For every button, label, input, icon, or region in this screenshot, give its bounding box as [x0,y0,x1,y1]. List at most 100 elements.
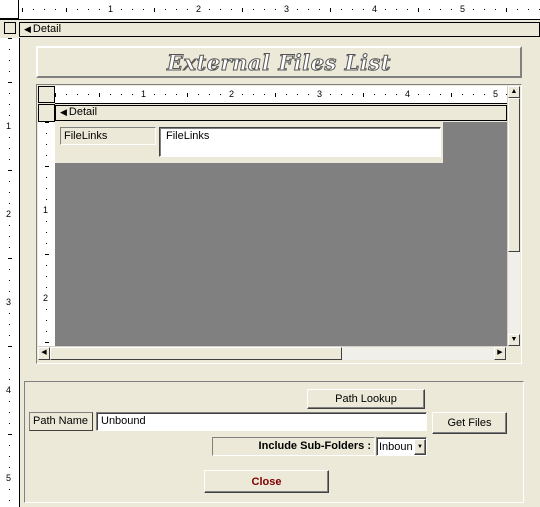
ruler-corner[interactable] [0,0,19,19]
ruler-tick [440,9,441,10]
scroll-down-button[interactable]: ▼ [508,334,520,346]
ruler-tick [429,9,430,10]
ruler-tick [46,309,47,310]
subform-vertical-scrollbar[interactable]: ▲ ▼ [507,86,520,346]
ruler-tick [8,38,12,39]
ruler-tick [9,423,10,424]
ruler-tick [176,9,177,10]
ruler-tick [99,93,100,97]
filelinks-label[interactable]: FileLinks [60,127,156,145]
ruler-tick [429,94,430,95]
ruler-tick [363,9,364,10]
ruler-tick [121,94,122,95]
ruler-tick [198,94,199,95]
ruler-tick [9,148,10,149]
ruler-tick [9,280,10,281]
ruler-tick [220,9,221,10]
subform-ruler-corner[interactable] [38,86,55,103]
ruler-number: 4 [6,385,12,395]
ruler-tick [9,368,10,369]
ruler-tick [473,9,474,10]
ruler-tick [8,434,12,435]
subform-horizontal-scrollbar[interactable]: ◀ ▶ [38,346,507,360]
ruler-tick [9,467,10,468]
vertical-ruler: 1 2 3 4 5 [0,38,20,507]
ruler-tick [462,94,463,95]
triangle-left-icon: ◀ [41,349,47,356]
ruler-tick [9,291,10,292]
combo-dropdown-button[interactable]: ▼ [414,439,426,455]
ruler-tick [308,9,309,10]
include-subfolders-value: Inbound [379,441,413,453]
ruler-tick [46,177,47,178]
ruler-tick [99,9,100,10]
ruler-tick [385,9,386,10]
ruler-tick [9,500,10,501]
ruler-tick [330,94,331,95]
ruler-tick [9,93,10,94]
triangle-down-icon: ▼ [510,336,518,343]
ruler-tick [9,104,10,105]
ruler-tick [242,8,243,12]
ruler-tick [506,8,507,12]
ruler-number: 1 [108,4,114,14]
title-box[interactable]: External Files List [36,46,522,78]
horizontal-scroll-thumb[interactable] [50,347,342,360]
chevron-down-icon: ▼ [417,444,423,450]
path-name-input[interactable]: Unbound [96,412,427,431]
page-title: External Files List [167,49,391,75]
ruler-tick [46,331,47,332]
detail-section-bar[interactable]: ◀ Detail [19,22,540,37]
horizontal-ruler: 1 2 3 4 5 [0,0,540,20]
scroll-left-button[interactable]: ◀ [38,347,50,360]
ruler-tick [9,324,10,325]
ruler-number: 3 [6,297,12,307]
ruler-tick [132,94,133,95]
filelinks-textbox[interactable]: FileLinks [159,127,441,157]
ruler-tick [9,49,10,50]
scroll-right-button[interactable]: ▶ [494,347,506,360]
ruler-tick [45,254,49,255]
ruler-tick [297,94,298,95]
ruler-tick [374,94,375,95]
ruler-tick [176,94,177,95]
path-lookup-button[interactable]: Path Lookup [307,389,425,409]
subform-vertical-ruler: 12 [38,122,56,346]
ruler-tick [9,159,10,160]
ruler-tick [44,9,45,10]
include-subfolders-label: Include Sub-Folders : [212,437,375,456]
scroll-up-button[interactable]: ▲ [508,86,520,98]
path-name-label: Path Name : [29,412,93,431]
ruler-tick [46,199,47,200]
ruler-tick [9,203,10,204]
ruler-tick [9,71,10,72]
close-button[interactable]: Close [204,470,329,493]
ruler-tick [88,94,89,95]
ruler-tick [46,188,47,189]
ruler-tick [451,9,452,10]
vertical-scroll-thumb[interactable] [508,98,520,252]
ruler-tick [231,9,232,10]
include-subfolders-combo[interactable]: Inbound ▼ [376,437,427,456]
ruler-tick [132,9,133,10]
ruler-tick [484,94,485,95]
ruler-tick [9,269,10,270]
get-files-button[interactable]: Get Files [432,412,507,434]
ruler-tick [286,94,287,95]
ruler-tick [9,192,10,193]
ruler-tick [9,236,10,237]
subform-detail-section-bar[interactable]: ◀ Detail [55,105,507,121]
ruler-corner-inner [4,22,16,34]
ruler-tick [385,94,386,95]
ruler-tick [187,9,188,10]
ruler-tick [165,9,166,10]
ruler-number: 2 [229,89,235,99]
scrollbar-corner [507,346,520,360]
ruler-tick [473,94,474,95]
ruler-tick [297,9,298,10]
ruler-tick [154,94,155,95]
triangle-right-icon: ▶ [497,349,503,356]
triangle-up-icon: ▲ [510,88,518,95]
ruler-number: 1 [43,205,49,215]
ruler-tick [352,9,353,10]
